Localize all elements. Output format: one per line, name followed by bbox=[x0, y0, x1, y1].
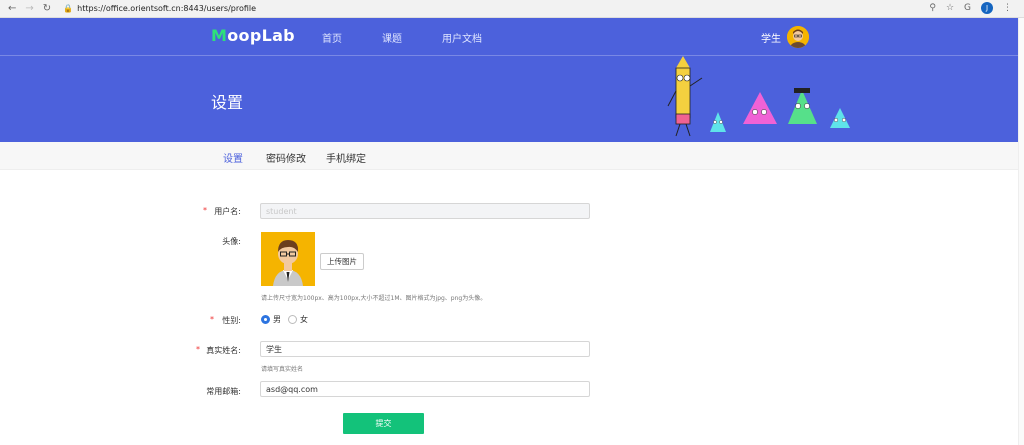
pencil-mascot bbox=[667, 56, 703, 137]
avatar-hint: 请上传尺寸宽为100px、高为100px,大小不超过1M、图片格式为jpg、pn… bbox=[261, 295, 487, 302]
back-icon[interactable]: ← bbox=[8, 3, 16, 14]
tab-phone[interactable]: 手机绑定 bbox=[326, 150, 366, 165]
forward-icon[interactable]: → bbox=[25, 3, 33, 14]
tab-password[interactable]: 密码修改 bbox=[266, 150, 306, 165]
menu-item-topics[interactable]: 课题 bbox=[382, 30, 402, 45]
avatar-label: 头像: bbox=[222, 237, 241, 246]
user-name: 学生 bbox=[761, 33, 781, 45]
cyan-small-mascot bbox=[710, 112, 726, 132]
settings-tabs: 设置 密码修改 手机绑定 bbox=[0, 142, 1024, 170]
radio-checked-icon bbox=[261, 315, 270, 324]
logo[interactable]: MoopLab bbox=[211, 26, 295, 45]
real-name-label: 真实姓名: bbox=[206, 346, 241, 355]
avatar-preview bbox=[261, 232, 315, 286]
page-banner: 设置 bbox=[0, 56, 1024, 142]
browser-toolbar: ← → ↻ 🔒 https://office.orientsoft.cn:844… bbox=[0, 0, 1024, 18]
username-label: 用户名: bbox=[214, 207, 241, 216]
star-icon[interactable]: ☆ bbox=[946, 3, 954, 13]
cyan-right-mascot bbox=[830, 108, 850, 128]
radio-unchecked-icon bbox=[288, 315, 297, 324]
user-menu[interactable]: 学生 bbox=[761, 26, 809, 48]
address-bar[interactable]: https://office.orientsoft.cn:8443/users/… bbox=[77, 4, 256, 13]
top-navbar: MoopLab 首页 课题 用户文档 学生 bbox=[0, 18, 1024, 56]
browser-actions: ⚲ ☆ G J ⋮ bbox=[929, 2, 1012, 14]
tab-settings[interactable]: 设置 bbox=[223, 150, 243, 165]
real-name-field[interactable]: 学生 bbox=[260, 341, 590, 357]
google-icon[interactable]: G bbox=[964, 3, 971, 13]
browser-nav: ← → ↻ bbox=[8, 3, 51, 14]
green-mascot bbox=[788, 90, 817, 124]
submit-button[interactable]: 提交 bbox=[343, 413, 424, 434]
email-label: 常用邮箱: bbox=[206, 387, 241, 396]
upload-image-button[interactable]: 上传图片 bbox=[320, 253, 364, 270]
menu-item-docs[interactable]: 用户文档 bbox=[442, 30, 482, 45]
main-menu: 首页 课题 用户文档 bbox=[322, 30, 482, 45]
real-name-hint: 请填写真实姓名 bbox=[261, 366, 304, 373]
user-avatar[interactable] bbox=[787, 26, 809, 48]
gender-male-radio[interactable]: 男 bbox=[261, 314, 281, 325]
gender-label: 性别: bbox=[222, 316, 241, 325]
scrollbar[interactable] bbox=[1018, 18, 1024, 445]
email-field[interactable]: asd@qq.com bbox=[260, 381, 590, 397]
profile-avatar[interactable]: J bbox=[981, 2, 993, 14]
key-icon[interactable]: ⚲ bbox=[929, 3, 936, 13]
gender-female-radio[interactable]: 女 bbox=[288, 314, 308, 325]
reload-icon[interactable]: ↻ bbox=[43, 3, 51, 14]
menu-icon[interactable]: ⋮ bbox=[1003, 3, 1012, 13]
lock-icon[interactable]: 🔒 bbox=[63, 4, 73, 13]
pink-mascot bbox=[743, 92, 777, 124]
menu-item-home[interactable]: 首页 bbox=[322, 30, 342, 45]
page-title: 设置 bbox=[211, 93, 244, 112]
mascot-illustration bbox=[667, 56, 850, 137]
username-field[interactable]: student bbox=[260, 203, 590, 219]
